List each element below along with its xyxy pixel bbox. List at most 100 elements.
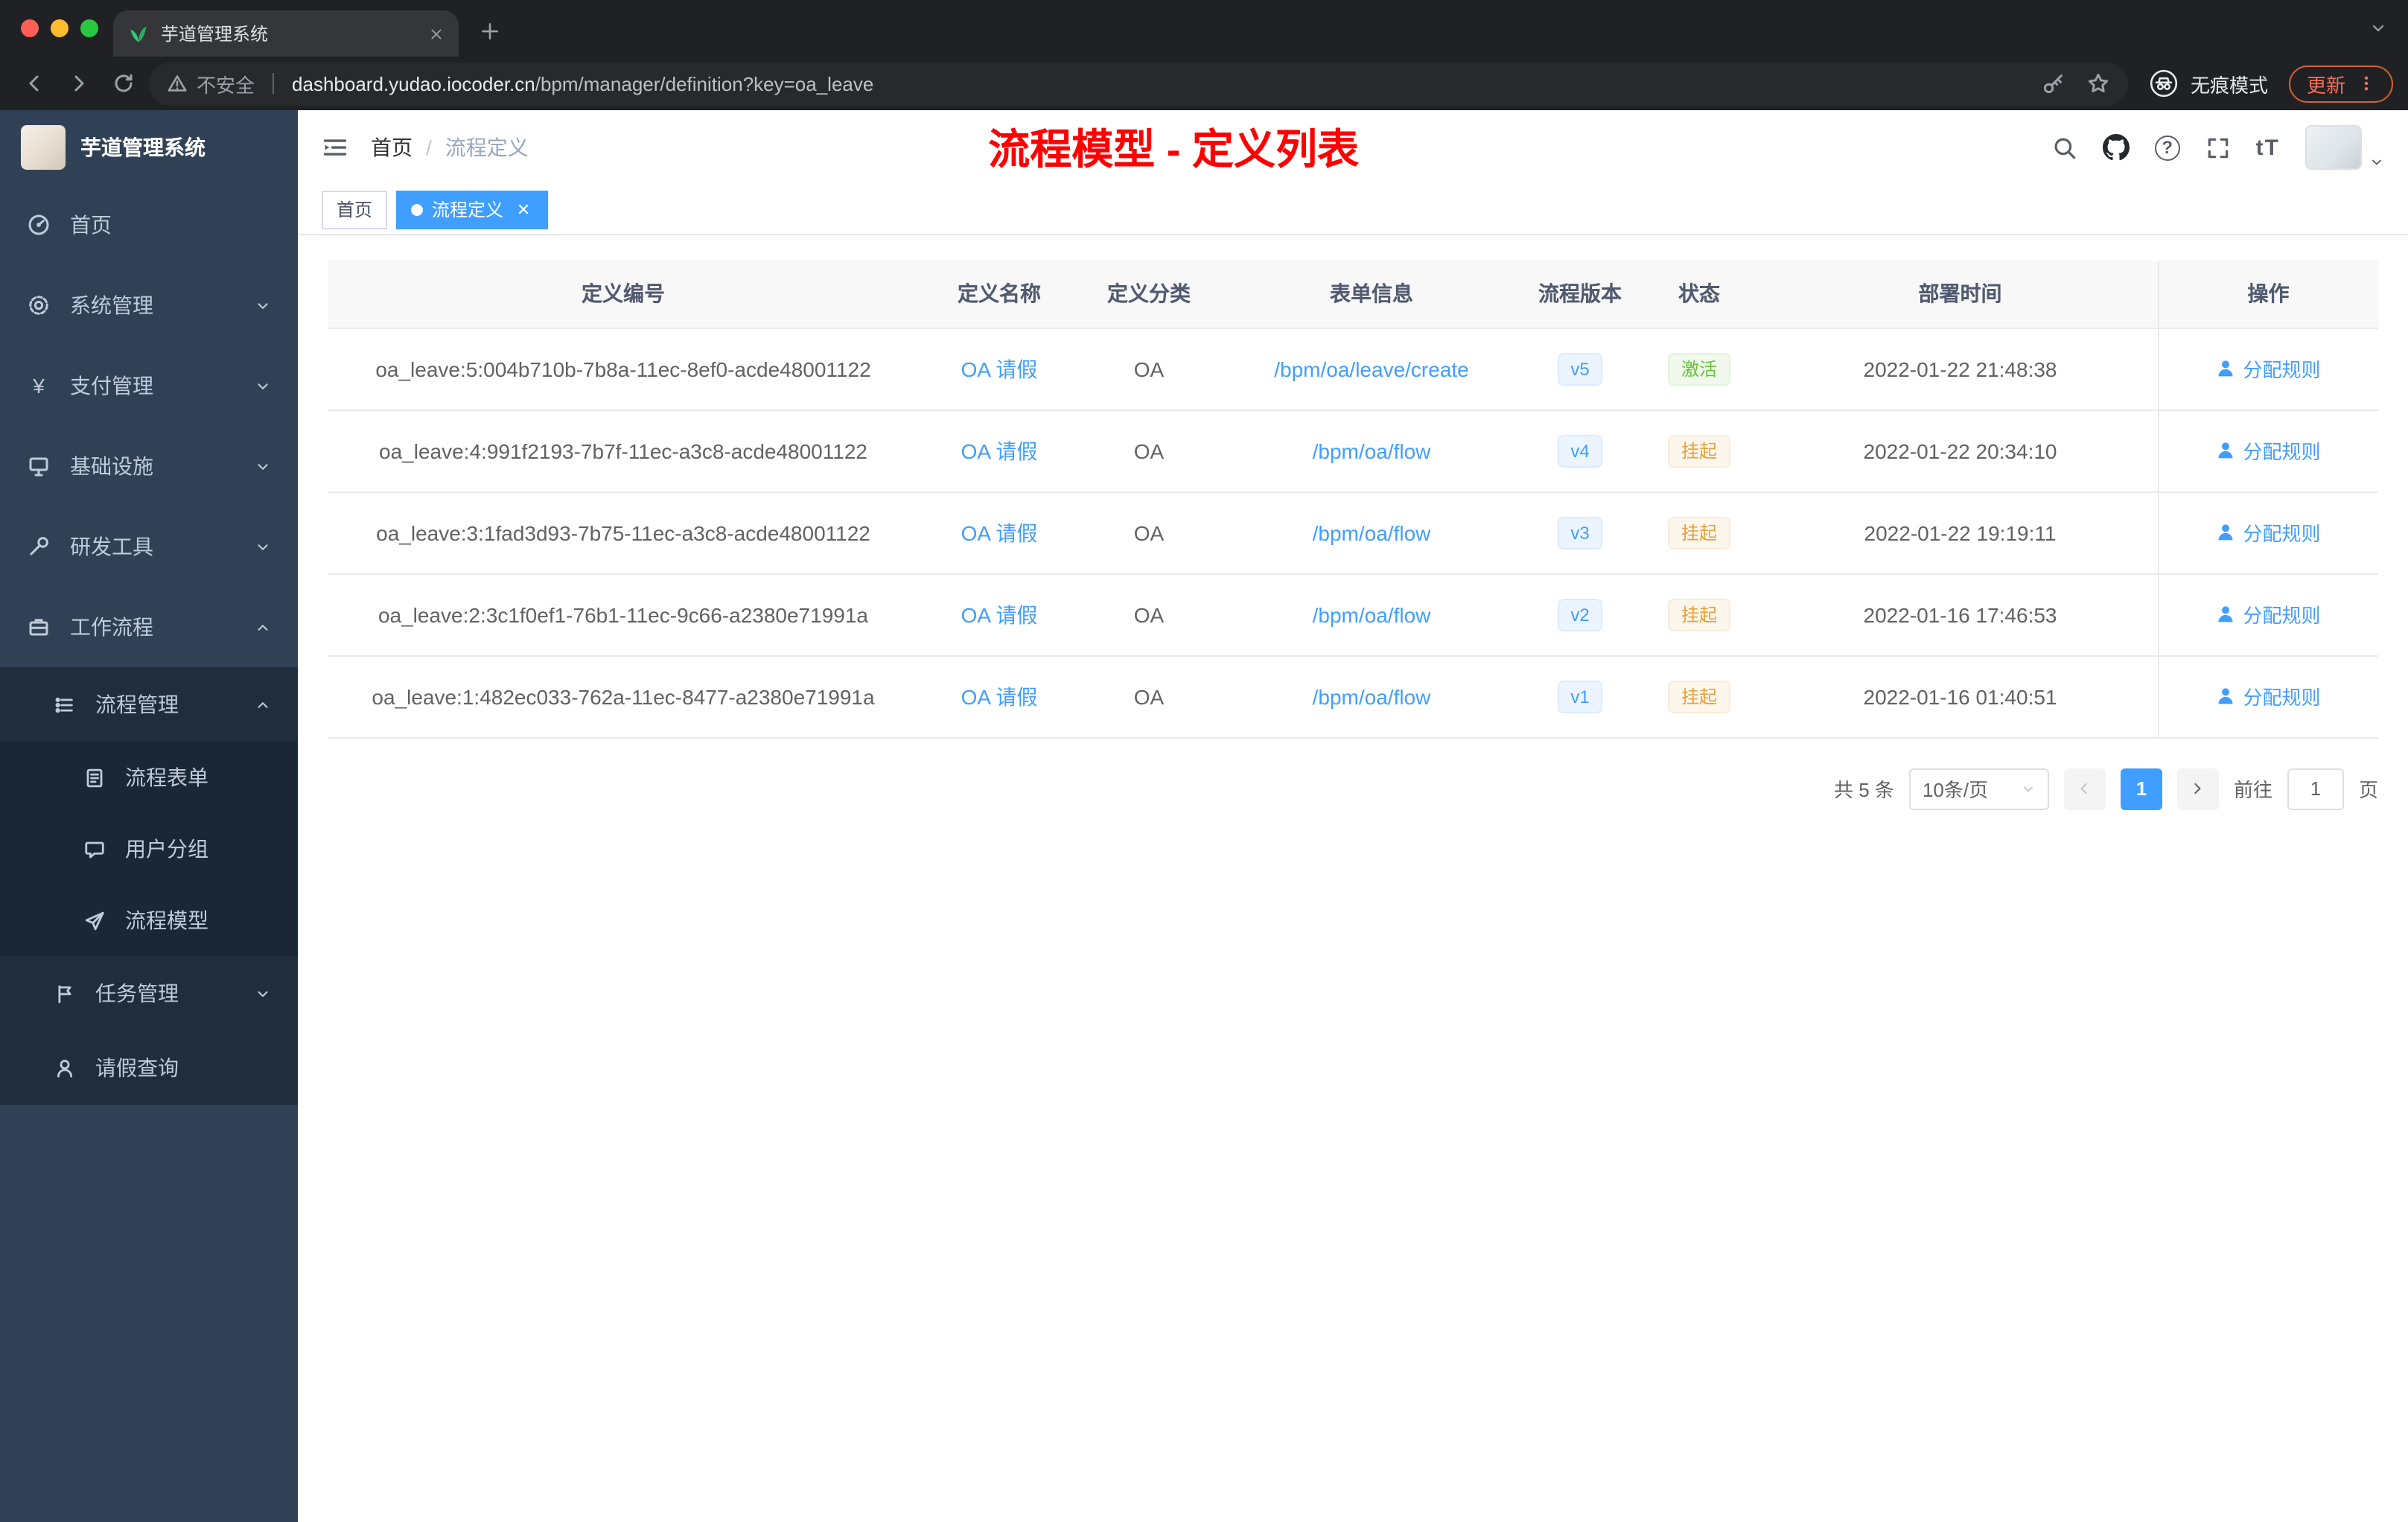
assign-rule-button[interactable]: 分配规则: [2216, 436, 2321, 465]
help-icon[interactable]: ?: [2154, 135, 2180, 160]
tab-search-chevron-icon[interactable]: [2369, 19, 2387, 37]
cell-definition-id: oa_leave:1:482ec033-762a-11ec-8477-a2380…: [328, 655, 919, 738]
cell-category: OA: [1080, 410, 1218, 492]
definition-name-link[interactable]: OA 请假: [961, 520, 1038, 544]
fullscreen-icon[interactable]: [2205, 135, 2231, 160]
bookmark-star-icon[interactable]: [2086, 71, 2110, 95]
sidebar-item-user-group[interactable]: 用户分组: [0, 813, 298, 885]
avatar: [2305, 125, 2362, 170]
version-badge: v1: [1557, 680, 1603, 713]
form-link[interactable]: /bpm/oa/flow: [1313, 602, 1431, 626]
tags-view: 首页 流程定义: [298, 185, 2408, 235]
sidebar-item-payment[interactable]: ¥ 支付管理: [0, 346, 298, 426]
tag-label: 流程定义: [432, 200, 504, 220]
user-menu[interactable]: [2305, 125, 2384, 170]
tab-close-icon[interactable]: [429, 26, 444, 41]
font-size-icon[interactable]: tT: [2256, 135, 2280, 160]
person-icon: [2218, 442, 2234, 459]
security-label: 不安全: [197, 74, 255, 96]
sidebar-logo[interactable]: 芋道管理系统: [0, 110, 298, 185]
warning-icon: [168, 75, 187, 92]
tag-label: 首页: [337, 200, 373, 220]
breadcrumb-home[interactable]: 首页: [371, 133, 413, 162]
status-badge: 激活: [1667, 352, 1730, 385]
version-badge: v2: [1557, 598, 1603, 631]
sidebar-item-infrastructure[interactable]: 基础设施: [0, 426, 298, 506]
status-badge: 挂起: [1667, 434, 1730, 467]
chrome-update-button[interactable]: 更新: [2288, 65, 2393, 102]
prev-page-button[interactable]: [2063, 768, 2106, 809]
sidebar-item-process-model[interactable]: 流程模型: [0, 885, 298, 956]
header-action: 操作: [2157, 261, 2378, 328]
sidebar-item-home[interactable]: 首页: [0, 185, 298, 265]
table-row: oa_leave:5:004b710b-7b8a-11ec-8ef0-acde4…: [328, 328, 2378, 410]
table-row: oa_leave:1:482ec033-762a-11ec-8477-a2380…: [328, 655, 2378, 738]
form-link[interactable]: /bpm/oa/flow: [1313, 684, 1431, 708]
sidebar-item-task-management[interactable]: 任务管理: [0, 956, 298, 1031]
tag-process-definition[interactable]: 流程定义: [396, 190, 549, 229]
assign-rule-button[interactable]: 分配规则: [2216, 600, 2321, 628]
assign-rule-button[interactable]: 分配规则: [2216, 354, 2321, 383]
maximize-window-button[interactable]: [80, 19, 98, 37]
definition-name-link[interactable]: OA 请假: [961, 439, 1038, 462]
tag-close-icon[interactable]: [512, 199, 533, 220]
form-link[interactable]: /bpm/oa/flow: [1313, 439, 1431, 462]
assign-rule-button[interactable]: 分配规则: [2216, 518, 2321, 547]
navbar-actions: ? tT: [2052, 125, 2384, 170]
breadcrumb-current: 流程定义: [445, 136, 529, 159]
hamburger-icon[interactable]: [322, 134, 348, 161]
cell-category: OA: [1080, 491, 1218, 574]
header-definition-id: 定义编号: [328, 261, 919, 328]
reload-icon[interactable]: [104, 64, 143, 103]
next-page-button[interactable]: [2176, 768, 2219, 809]
chevron-down-icon: [255, 297, 271, 313]
definition-name-link[interactable]: OA 请假: [961, 602, 1038, 626]
sidebar-item-process-form[interactable]: 流程表单: [0, 742, 298, 813]
status-badge: 挂起: [1667, 516, 1730, 549]
github-icon[interactable]: [2102, 134, 2130, 161]
forward-icon[interactable]: [60, 64, 98, 103]
pagination: 共 5 条 10条/页 1 前往 页: [328, 768, 2378, 809]
sidebar-item-label: 任务管理: [95, 981, 179, 1005]
chevron-up-icon: [255, 619, 271, 635]
search-icon[interactable]: [2052, 135, 2077, 160]
form-link[interactable]: /bpm/oa/leave/create: [1274, 357, 1469, 380]
briefcase-icon: [29, 619, 48, 636]
password-key-icon[interactable]: [2042, 71, 2065, 95]
cell-deploy-time: 2022-01-16 01:40:51: [1763, 655, 2158, 738]
tools-icon: [30, 537, 48, 555]
cell-definition-id: oa_leave:4:991f2193-7b7f-11ec-a3c8-acde4…: [328, 410, 919, 492]
minimize-window-button[interactable]: [51, 19, 69, 37]
url-field[interactable]: 不安全 dashboard.yudao.iocoder.cn/bpm/manag…: [149, 62, 2128, 105]
logo-avatar: [21, 125, 66, 170]
sidebar-item-process-management[interactable]: 流程管理: [0, 667, 298, 742]
definition-name-link[interactable]: OA 请假: [961, 684, 1038, 708]
sidebar-item-leave-query[interactable]: 请假查询: [0, 1031, 298, 1105]
goto-page-input[interactable]: [2287, 768, 2344, 809]
sidebar-item-devtools[interactable]: 研发工具: [0, 506, 298, 587]
sidebar-item-workflow[interactable]: 工作流程: [0, 587, 298, 667]
definition-name-link[interactable]: OA 请假: [961, 357, 1038, 380]
header-form-info: 表单信息: [1218, 261, 1525, 328]
cell-category: OA: [1080, 328, 1218, 410]
page-size-select[interactable]: 10条/页: [1908, 768, 2049, 809]
form-link[interactable]: /bpm/oa/flow: [1313, 520, 1431, 544]
chevron-up-icon: [255, 696, 271, 713]
sidebar-item-label: 流程模型: [125, 908, 208, 932]
page-size-value: 10条/页: [1922, 779, 1989, 801]
caret-down-icon: [2369, 155, 2384, 170]
new-tab-button[interactable]: [471, 12, 509, 51]
assign-rule-button[interactable]: 分配规则: [2216, 682, 2321, 710]
close-window-button[interactable]: [21, 19, 39, 37]
back-icon[interactable]: [15, 64, 54, 103]
dashboard-icon: [28, 214, 49, 235]
url-path: /bpm/manager/definition?key=oa_leave: [535, 72, 874, 95]
workflow-submenu: 流程管理 流程表单 用户分组 流程模型 任务管理 请假查询: [0, 667, 298, 1105]
security-indicator[interactable]: 不安全: [167, 69, 255, 98]
sidebar-item-system[interactable]: 系统管理: [0, 265, 298, 346]
more-menu-icon[interactable]: [2357, 73, 2375, 94]
page-number-button[interactable]: 1: [2120, 768, 2162, 809]
cell-category: OA: [1080, 655, 1218, 738]
browser-tab[interactable]: 芋道管理系统: [113, 10, 459, 57]
tag-home[interactable]: 首页: [322, 190, 388, 229]
